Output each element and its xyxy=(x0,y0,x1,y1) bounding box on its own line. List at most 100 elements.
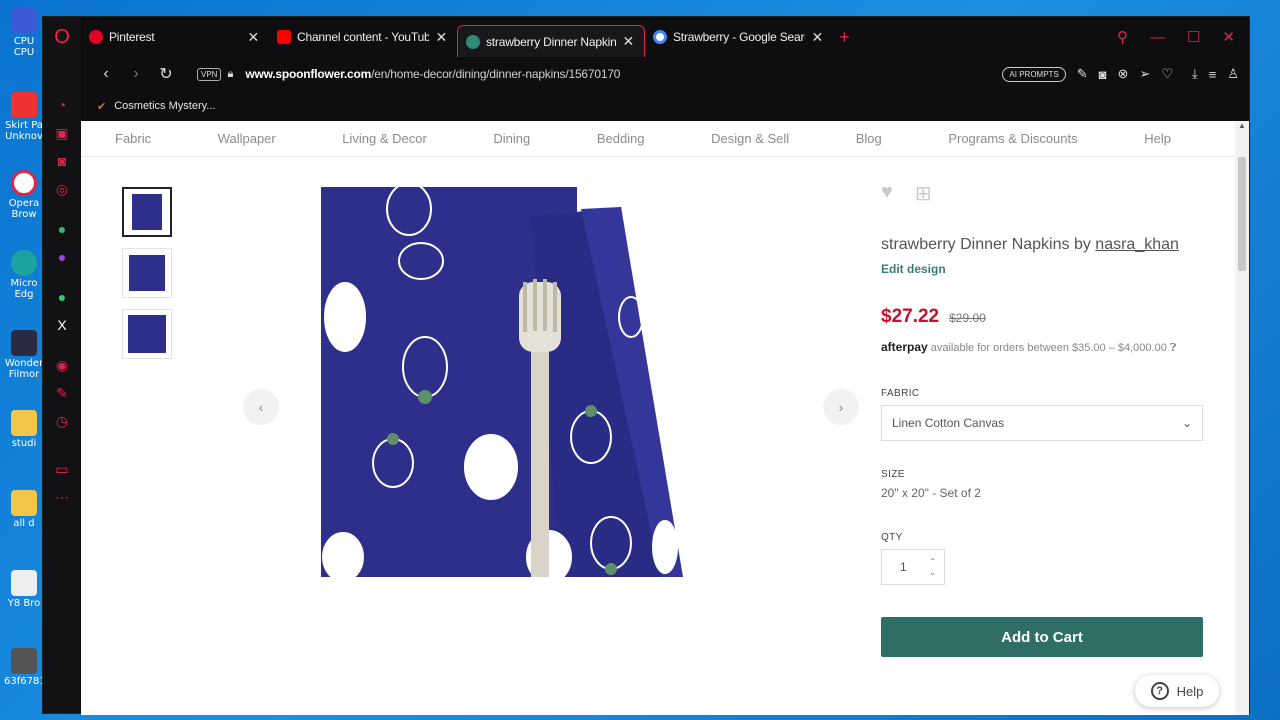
nav-programs-discounts[interactable]: Programs & Discounts xyxy=(948,131,1077,146)
shopping-bag-icon[interactable]: ▣ xyxy=(43,119,81,147)
extensions-icon[interactable]: ▭ xyxy=(43,455,81,483)
size-label: SIZE xyxy=(881,469,905,480)
tab-pinterest[interactable]: Pinterest ✕ xyxy=(81,23,269,51)
history-icon[interactable]: ◷ xyxy=(43,407,81,435)
product-image[interactable] xyxy=(321,187,689,577)
nav-dining[interactable]: Dining xyxy=(493,131,530,146)
desktop-icon[interactable]: Micro Edg xyxy=(4,250,44,300)
lock-icon[interactable]: 🔒︎ xyxy=(227,68,233,81)
browser-sidebar: O ◔ ▣ ◙ ◎ ● ● ● X ◉ ✎ ◷ ▭ ⋯ xyxy=(43,17,81,713)
thumbnail-list xyxy=(122,187,172,370)
whatsapp-icon[interactable]: ● xyxy=(43,283,81,311)
search-tabs-icon[interactable]: ⚲ xyxy=(1117,28,1128,46)
price-row: $27.22 $29.00 xyxy=(881,306,1205,328)
nav-bedding[interactable]: Bedding xyxy=(597,131,645,146)
napkin-swatch xyxy=(129,255,165,291)
more-icon[interactable]: ⋯ xyxy=(43,483,81,511)
favorite-heart-icon[interactable]: ♥ xyxy=(881,181,893,206)
desktop-icon[interactable]: Y8 Bro xyxy=(4,570,44,609)
desktop-icon[interactable]: 63f6781 xyxy=(4,648,46,687)
profile-icon[interactable]: ♙ xyxy=(1227,66,1239,82)
desktop-icon[interactable]: Skirt Pa Unknov xyxy=(4,92,44,142)
messenger-icon[interactable]: ◙ xyxy=(43,147,81,175)
product-thumbnail[interactable] xyxy=(122,248,172,298)
question-icon: ? xyxy=(1150,682,1169,700)
page-scrollbar[interactable]: ▲ xyxy=(1235,121,1249,715)
chatgpt-icon[interactable]: ● xyxy=(43,215,81,243)
edit-page-icon[interactable]: ✎ xyxy=(1077,66,1088,82)
bookmark-item[interactable]: Cosmetics Mystery... xyxy=(114,100,215,112)
afterpay-info: afterpay available for orders between $3… xyxy=(881,340,1177,354)
heart-icon[interactable]: ♡ xyxy=(1161,66,1173,82)
napkin-swatch xyxy=(132,194,162,230)
menu-icon[interactable]: ≡ xyxy=(1209,67,1217,82)
block-icon[interactable]: ⊗ xyxy=(1118,66,1129,82)
chevron-down-icon[interactable]: ⌄ xyxy=(929,567,936,578)
address-bar: ‹ › ↻ VPN 🔒︎ www.spoonflower.com/en/home… xyxy=(81,57,1249,91)
download-icon[interactable]: ⤓ xyxy=(1192,66,1198,82)
desktop-icon[interactable]: CPU CPU xyxy=(4,8,44,58)
nav-fabric[interactable]: Fabric xyxy=(115,131,151,146)
info-icon[interactable]: ❓︎ xyxy=(1170,342,1177,354)
aria-icon[interactable]: ● xyxy=(43,243,81,271)
desktop-icon[interactable]: studi xyxy=(4,410,44,449)
spoonflower-icon xyxy=(466,34,480,49)
opera-logo-icon[interactable]: O xyxy=(43,17,81,57)
fabric-select[interactable]: Linen Cotton Canvas ⌄ xyxy=(881,405,1203,441)
nav-blog[interactable]: Blog xyxy=(856,131,882,146)
tab-google[interactable]: Strawberry - Google Search ✕ xyxy=(645,23,833,51)
product-thumbnail[interactable] xyxy=(122,309,172,359)
desktop-icon[interactable]: Wonder Filmor xyxy=(4,330,44,380)
nav-living-decor[interactable]: Living & Decor xyxy=(342,131,427,146)
url-field[interactable]: www.spoonflower.com/en/home-decor/dining… xyxy=(245,67,620,81)
tab-spoonflower[interactable]: strawberry Dinner Napkins ✕ xyxy=(457,25,645,57)
add-to-cart-button[interactable]: Add to Cart xyxy=(881,617,1203,657)
product-thumbnail[interactable] xyxy=(122,187,172,237)
chevron-up-icon[interactable]: ⌃ xyxy=(929,556,936,567)
close-icon[interactable]: ✕ xyxy=(622,33,634,50)
designer-link[interactable]: nasra_khan xyxy=(1095,236,1179,253)
send-icon[interactable]: ➢ xyxy=(1139,66,1150,82)
back-icon[interactable]: ‹ xyxy=(91,65,121,83)
scroll-up-icon[interactable]: ▲ xyxy=(1235,121,1249,130)
camera-icon[interactable]: ◙ xyxy=(1099,67,1107,82)
maximize-icon[interactable]: ☐ xyxy=(1187,28,1200,46)
desktop-icon[interactable]: Opera Brow xyxy=(4,170,44,220)
edit-icon[interactable]: ✎ xyxy=(43,379,81,407)
x-twitter-icon[interactable]: X xyxy=(43,311,81,339)
folder-icon xyxy=(11,410,37,436)
reload-icon[interactable]: ↻ xyxy=(151,64,181,84)
nav-help[interactable]: Help xyxy=(1144,131,1171,146)
y8-icon xyxy=(11,570,37,596)
quantity-stepper[interactable]: 1 ⌃ ⌄ xyxy=(881,549,945,585)
tab-youtube[interactable]: Channel content - YouTube ✕ xyxy=(269,23,457,51)
scrollbar-thumb[interactable] xyxy=(1238,157,1246,271)
help-button[interactable]: ? Help xyxy=(1135,675,1219,707)
minimize-icon[interactable]: — xyxy=(1150,29,1165,46)
chevron-down-icon: ⌄ xyxy=(1181,416,1192,430)
close-icon[interactable]: ✕ xyxy=(811,29,823,46)
nav-wallpaper[interactable]: Wallpaper xyxy=(218,131,276,146)
close-icon[interactable]: ✕ xyxy=(247,29,259,46)
new-tab-button[interactable]: + xyxy=(839,27,850,48)
original-price: $29.00 xyxy=(949,311,986,325)
product-title: strawberry Dinner Napkins by nasra_khan xyxy=(881,236,1179,253)
carousel-next-button[interactable]: › xyxy=(823,389,859,425)
close-window-icon[interactable]: ✕ xyxy=(1222,28,1235,46)
vpn-badge[interactable]: VPN xyxy=(197,67,222,81)
file-icon xyxy=(11,648,37,674)
desktop-icon[interactable]: all d xyxy=(4,490,44,529)
ai-prompts-button[interactable]: AI PROMPTS xyxy=(1002,66,1066,82)
product-info: ♥ ⊞ strawberry Dinner Napkins by nasra_k… xyxy=(881,181,1205,657)
edit-design-link[interactable]: Edit design xyxy=(881,262,1205,276)
player-icon[interactable]: ◉ xyxy=(43,351,81,379)
size-value: 20" x 20" - Set of 2 xyxy=(881,486,981,500)
instagram-icon[interactable]: ◎ xyxy=(43,175,81,203)
add-to-collection-icon[interactable]: ⊞ xyxy=(915,181,932,206)
fabric-label: FABRIC xyxy=(881,388,920,399)
forward-icon[interactable]: › xyxy=(121,65,151,83)
close-icon[interactable]: ✕ xyxy=(435,29,447,46)
speed-dial-icon[interactable]: ◔ xyxy=(43,91,81,119)
carousel-prev-button[interactable]: ‹ xyxy=(243,389,279,425)
nav-design-sell[interactable]: Design & Sell xyxy=(711,131,789,146)
